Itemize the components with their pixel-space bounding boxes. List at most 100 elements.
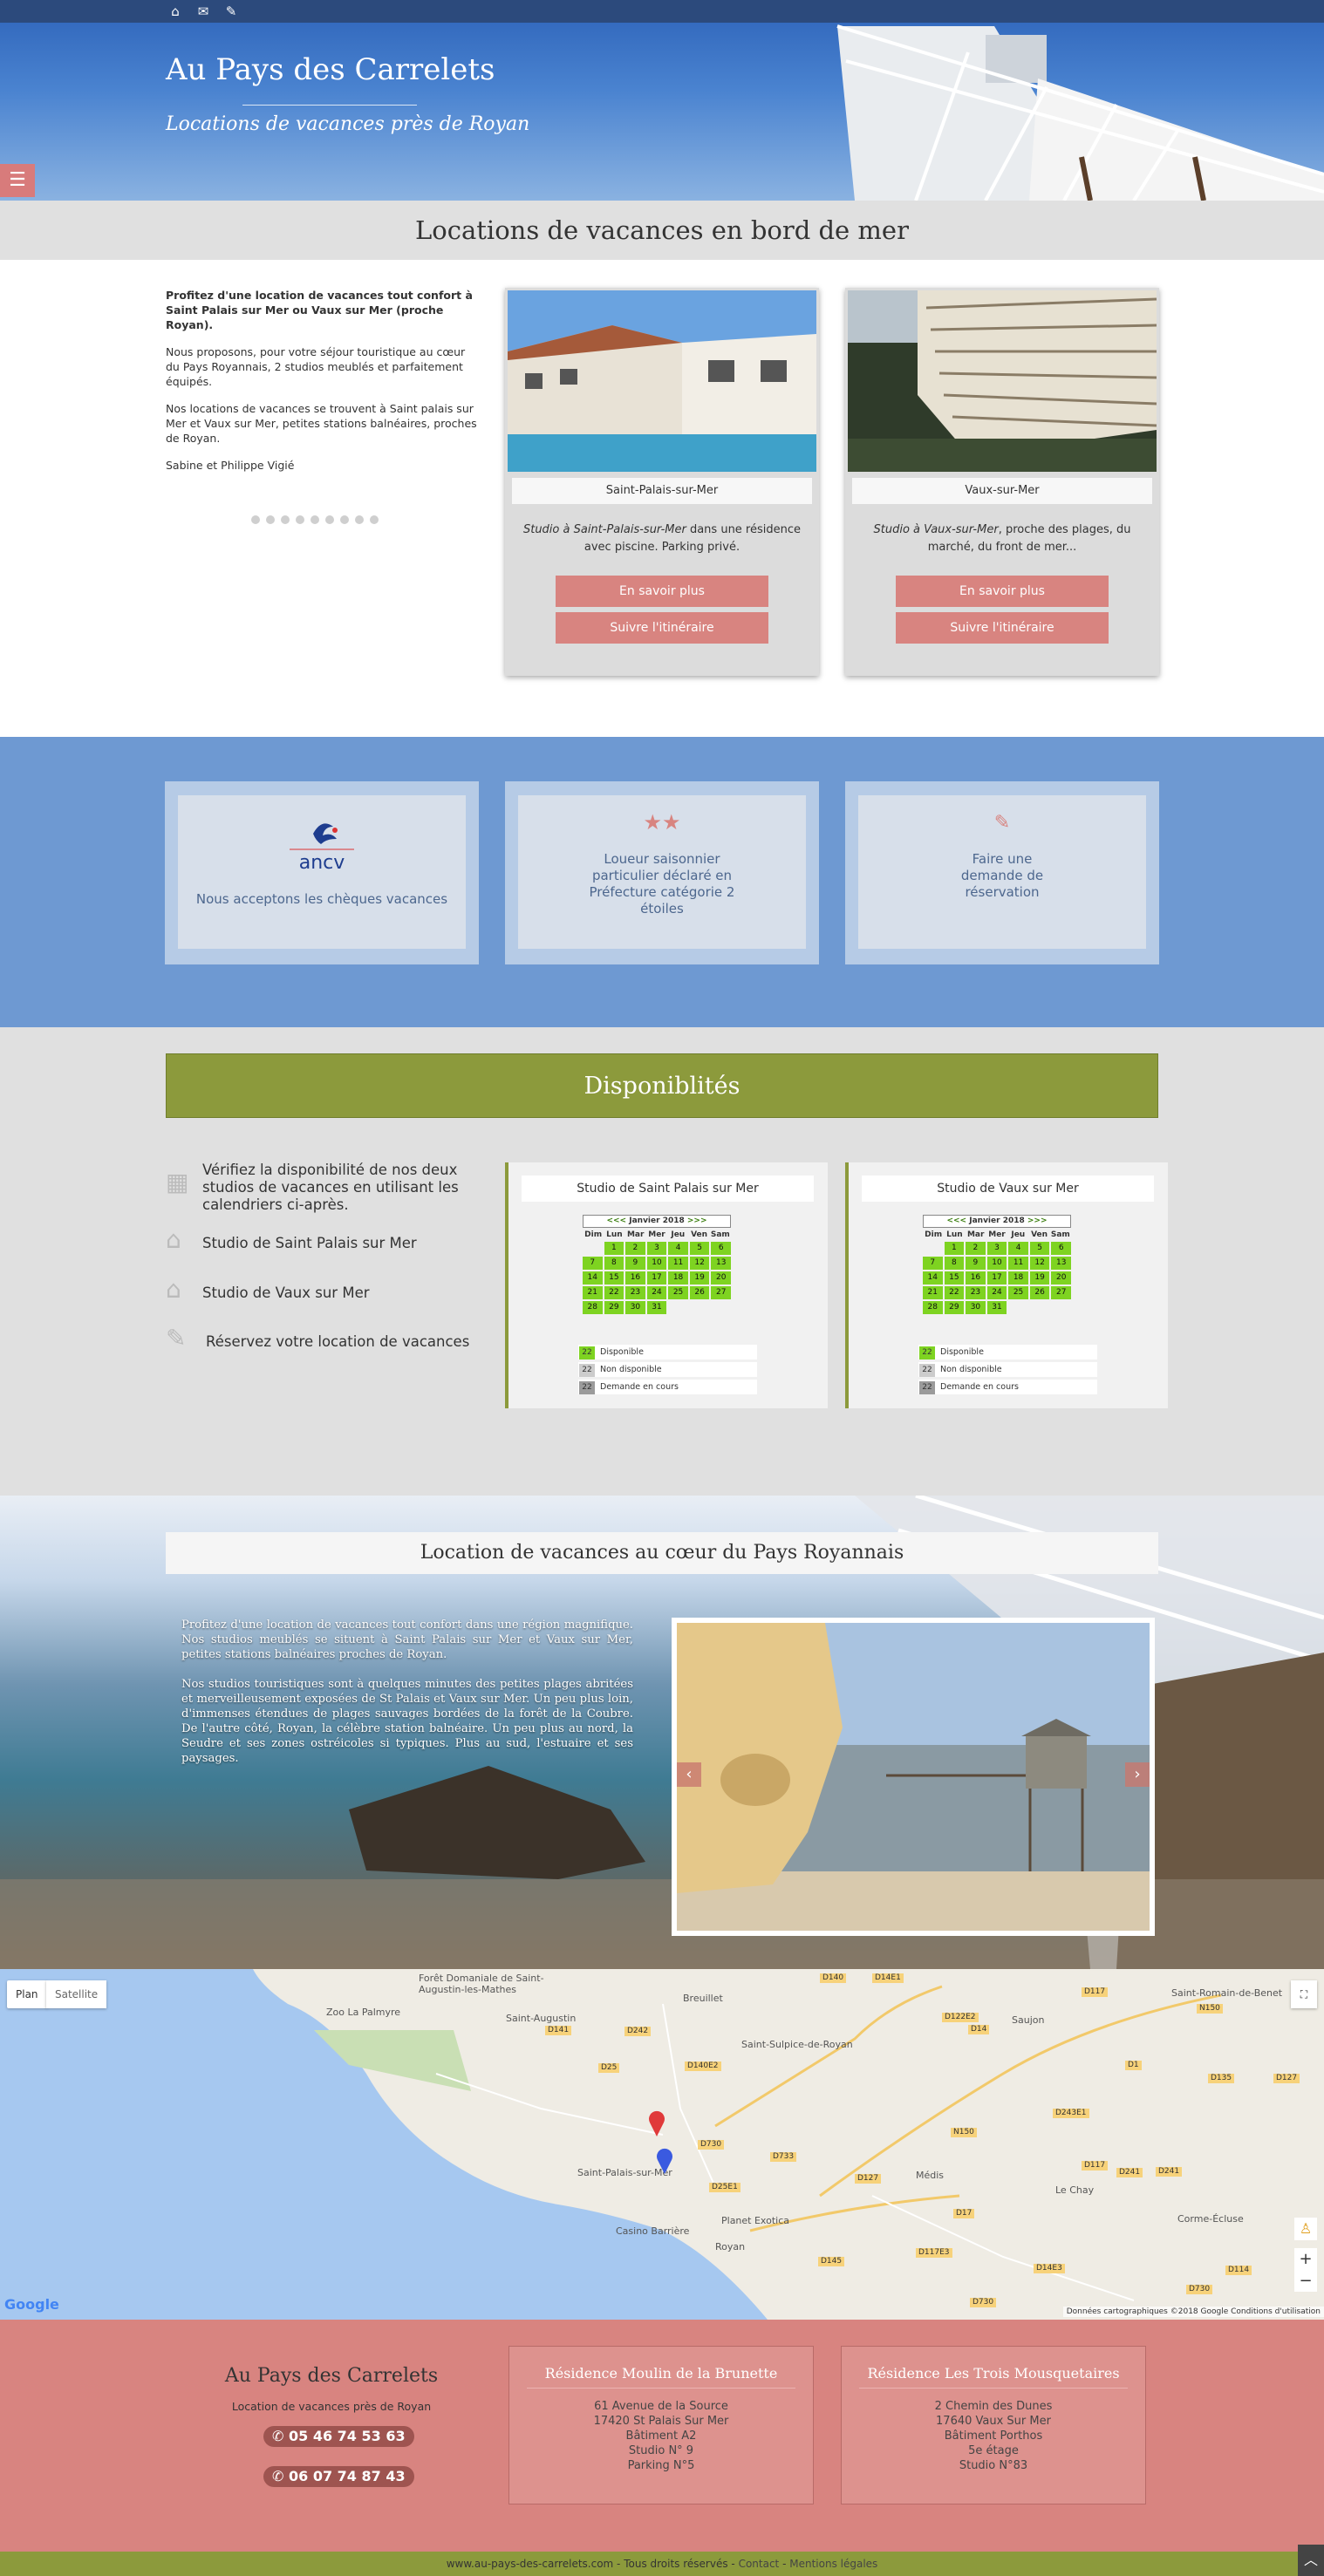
calendar-day[interactable]: 16 — [625, 1271, 645, 1285]
calendar-day[interactable]: 20 — [1051, 1271, 1071, 1285]
calendar-day[interactable]: 3 — [646, 1242, 667, 1255]
calendar-day[interactable]: 30 — [966, 1301, 986, 1314]
carousel-dot[interactable] — [251, 515, 260, 524]
carousel-dot[interactable] — [296, 515, 304, 524]
calendar-day[interactable]: 15 — [944, 1271, 965, 1285]
carousel-dot[interactable] — [311, 515, 319, 524]
contact-link[interactable]: Contact — [739, 2558, 780, 2570]
calendar-day[interactable]: 11 — [668, 1257, 688, 1270]
link-label[interactable]: Studio de Vaux sur Mer — [202, 1285, 480, 1302]
map-plan-button[interactable]: Plan — [7, 1980, 47, 2008]
link-studio-vaux[interactable]: ⌂ Studio de Vaux sur Mer — [166, 1278, 480, 1302]
calendar-day[interactable]: 14 — [583, 1271, 603, 1285]
calendar-day[interactable]: 26 — [1029, 1286, 1050, 1299]
calendar-day[interactable]: 21 — [923, 1286, 943, 1299]
phone-button[interactable]: ✆ 05 46 74 53 63 — [263, 2426, 414, 2447]
carousel-dot[interactable] — [370, 515, 379, 524]
zoom-in-button[interactable]: + — [1294, 2248, 1317, 2270]
calendar-day[interactable]: 11 — [1008, 1257, 1028, 1270]
calendar-day[interactable]: 12 — [689, 1257, 710, 1270]
studio-photo[interactable] — [508, 290, 816, 472]
prev-month-button[interactable]: <<< — [946, 1216, 966, 1225]
calendar-day[interactable]: 4 — [1008, 1242, 1028, 1255]
calendar-day[interactable]: 17 — [646, 1271, 667, 1285]
calendar-day[interactable]: 26 — [689, 1286, 710, 1299]
calendar-day[interactable]: 1 — [604, 1242, 624, 1255]
calendar-day[interactable]: 24 — [986, 1286, 1007, 1299]
calendar-day[interactable]: 29 — [604, 1301, 624, 1314]
map-terms-link[interactable]: Conditions d'utilisation — [1231, 2307, 1321, 2316]
street-view-icon[interactable]: ♙ — [1294, 2218, 1317, 2240]
calendar-day[interactable]: 6 — [1051, 1242, 1071, 1255]
calendar-day[interactable]: 22 — [944, 1286, 965, 1299]
feature-card-reservation[interactable]: ✎ Faire une demande de réservation — [845, 781, 1159, 964]
legal-link[interactable]: Mentions légales — [789, 2558, 877, 2570]
calendar-day[interactable]: 28 — [583, 1301, 603, 1314]
calendar-day[interactable]: 21 — [583, 1286, 603, 1299]
envelope-icon[interactable]: ✉ — [195, 3, 211, 19]
calendar-day[interactable]: 19 — [689, 1271, 710, 1285]
calendar-day[interactable]: 19 — [1029, 1271, 1050, 1285]
calendar-day[interactable]: 13 — [1051, 1257, 1071, 1270]
link-label[interactable]: Réservez votre location de vacances — [206, 1333, 480, 1351]
calendar-day[interactable]: 8 — [944, 1257, 965, 1270]
calendar-day[interactable]: 7 — [583, 1257, 603, 1270]
calendar-day[interactable]: 27 — [1051, 1286, 1071, 1299]
calendar-day[interactable]: 9 — [966, 1257, 986, 1270]
calendar-day[interactable]: 10 — [646, 1257, 667, 1270]
calendar-day[interactable]: 27 — [711, 1286, 731, 1299]
fullscreen-icon[interactable]: ⛶ — [1291, 1980, 1317, 2008]
calendar-day[interactable]: 18 — [668, 1271, 688, 1285]
next-month-button[interactable]: >>> — [1027, 1216, 1048, 1225]
calendar-day[interactable]: 9 — [625, 1257, 645, 1270]
map-marker-vaux[interactable] — [656, 2148, 673, 2174]
next-month-button[interactable]: >>> — [687, 1216, 707, 1225]
link-label[interactable]: Studio de Saint Palais sur Mer — [202, 1235, 480, 1252]
scroll-top-button[interactable]: ︿ — [1298, 2545, 1324, 2576]
carousel-dot[interactable] — [281, 515, 290, 524]
calendar-day[interactable]: 2 — [966, 1242, 986, 1255]
calendar-day[interactable]: 28 — [923, 1301, 943, 1314]
zoom-controls[interactable]: + − — [1294, 2248, 1317, 2292]
site-title[interactable]: Au Pays des Carrelets — [166, 52, 495, 87]
calendar-day[interactable]: 6 — [711, 1242, 731, 1255]
calendar-day[interactable]: 17 — [986, 1271, 1007, 1285]
calendar-day[interactable]: 18 — [1008, 1271, 1028, 1285]
calendar-day[interactable]: 3 — [986, 1242, 1007, 1255]
calendar-day[interactable]: 30 — [625, 1301, 645, 1314]
calendar-day[interactable]: 31 — [646, 1301, 667, 1314]
carousel-dot[interactable] — [355, 515, 364, 524]
link-reservation[interactable]: ✎ Réservez votre location de vacances — [166, 1326, 480, 1351]
calendar-day[interactable]: 2 — [625, 1242, 645, 1255]
calendar-day[interactable]: 10 — [986, 1257, 1007, 1270]
calendar-day[interactable]: 14 — [923, 1271, 943, 1285]
hamburger-icon[interactable]: ☰ — [0, 164, 35, 197]
calendar-day[interactable]: 22 — [604, 1286, 624, 1299]
carousel-dot[interactable] — [340, 515, 349, 524]
google-map[interactable]: Plan Satellite ⛶ Forêt Domaniale de Sain… — [0, 1969, 1324, 2320]
calendar-day[interactable]: 23 — [966, 1286, 986, 1299]
directions-button[interactable]: Suivre l'itinéraire — [896, 612, 1109, 644]
calendar-day[interactable]: 1 — [944, 1242, 965, 1255]
feature-text[interactable]: Faire une demande de réservation — [941, 851, 1063, 901]
calendar-day[interactable]: 7 — [923, 1257, 943, 1270]
calendar-day[interactable]: 16 — [966, 1271, 986, 1285]
map-satellite-button[interactable]: Satellite — [46, 1980, 107, 2008]
carousel-dot[interactable] — [266, 515, 275, 524]
home-icon[interactable]: ⌂ — [167, 3, 183, 19]
calendar-day[interactable]: 12 — [1029, 1257, 1050, 1270]
studio-photo[interactable] — [848, 290, 1157, 472]
zoom-out-button[interactable]: − — [1294, 2270, 1317, 2292]
map-marker-saint-palais[interactable] — [648, 2110, 665, 2136]
calendar-day[interactable]: 5 — [1029, 1242, 1050, 1255]
calendar-day[interactable]: 29 — [944, 1301, 965, 1314]
calendar-day[interactable]: 15 — [604, 1271, 624, 1285]
calendar-day[interactable]: 20 — [711, 1271, 731, 1285]
more-info-button[interactable]: En savoir plus — [896, 576, 1109, 607]
calendar-day[interactable]: 25 — [668, 1286, 688, 1299]
edit-icon[interactable]: ✎ — [223, 3, 239, 19]
calendar-day[interactable]: 5 — [689, 1242, 710, 1255]
link-studio-saint-palais[interactable]: ⌂ Studio de Saint Palais sur Mer — [166, 1228, 480, 1252]
calendar-day[interactable]: 23 — [625, 1286, 645, 1299]
calendar-day[interactable]: 31 — [986, 1301, 1007, 1314]
